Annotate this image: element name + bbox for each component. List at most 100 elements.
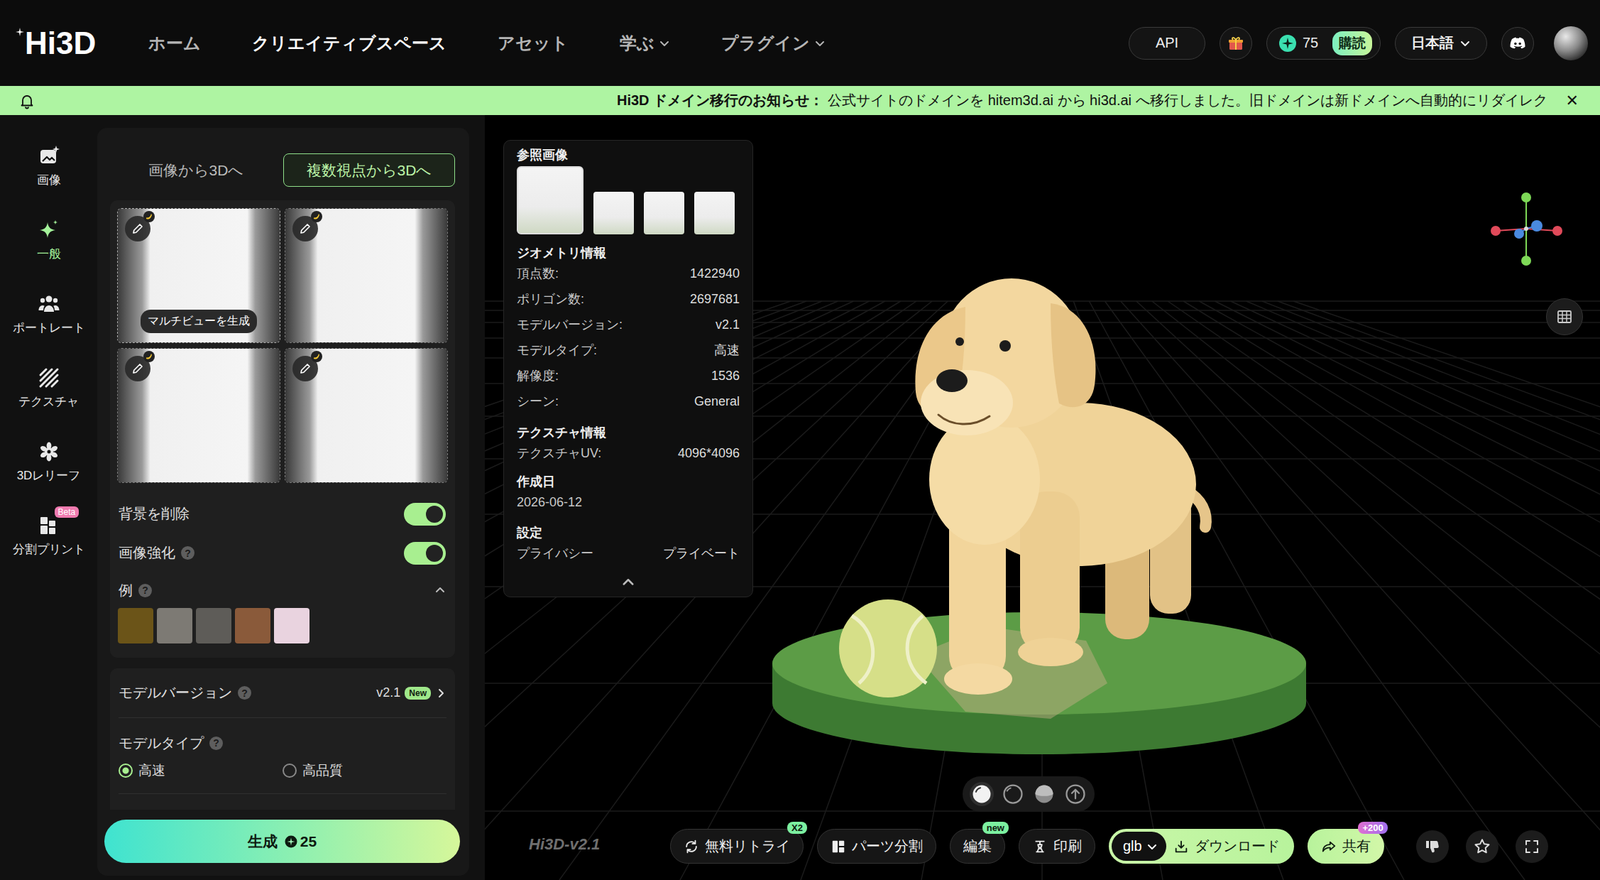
workspace: 画像一般ポートレートテクスチャ3Dレリーフ分割プリントBeta画像から3Dへ複数… [0,114,1600,880]
reference-images [516,166,740,235]
banana-icon [143,350,155,363]
credit-coin-icon [284,834,298,848]
sidebar-item[interactable]: 画像 [2,129,96,204]
version-watermark: Hi3D-v2.1 [528,834,600,854]
toggle-row: 画像強化? [117,533,448,573]
model-card: モデルバージョン?v2.1Newモデルタイプ?高速高品質 [110,667,456,810]
reference-thumbnail[interactable] [516,166,584,235]
nav-item[interactable]: アセット [497,31,569,55]
toggle-list: 背景を削除画像強化?例? [117,494,448,608]
view-image[interactable] [284,207,448,343]
people-icon [37,292,61,316]
reference-thumbnail[interactable] [643,191,685,235]
tool-button[interactable]: 無料リトライX2 [670,828,804,864]
help-icon[interactable]: ? [237,685,252,700]
nav-item[interactable]: プラグイン [721,31,826,55]
examples-header[interactable]: 例? [117,572,448,608]
view-image[interactable] [284,347,448,483]
radio-option[interactable]: 高品質 [282,760,447,780]
sparkle-icon [37,218,61,242]
nav-item[interactable]: ホーム [148,31,201,55]
favorite-button[interactable] [1465,829,1499,863]
tab[interactable]: 複数視点から3Dへ [283,153,456,187]
toggle-switch[interactable] [403,502,446,526]
nav-item[interactable]: クリエイティブスペース [251,31,447,55]
grid-toggle-button[interactable] [1546,298,1583,336]
upload-icon [1064,782,1087,805]
info-row: モデルタイプ:高速 [516,337,740,363]
model-viewer[interactable]: 参照画像ジオメトリ情報頂点数:1422940ポリゴン数:2697681モデルバー… [484,114,1600,880]
collapse-button[interactable] [516,574,740,590]
view-image[interactable]: マルチビューを生成 [117,207,281,343]
credit-coin-icon [1278,34,1297,53]
pencil-icon [131,362,145,375]
axis-gizmo-icon[interactable] [1483,185,1569,272]
render-mode-button[interactable] [1032,781,1057,806]
info-row: モデルバージョン:v2.1 [516,311,740,338]
info-row: 頂点数:1422940 [516,260,740,287]
generate-cost: 25 [284,832,317,850]
nav-item[interactable]: 学ぶ [619,31,671,55]
sidebar-item[interactable]: 分割プリントBeta [2,498,96,573]
api-button[interactable]: API [1128,26,1206,60]
user-avatar[interactable] [1553,26,1588,61]
info-row: ポリゴン数:2697681 [516,286,740,312]
share-button[interactable]: 共有+200 [1307,828,1385,864]
model-version-row[interactable]: モデルバージョン?v2.1New [118,667,447,718]
toggle-switch[interactable] [403,541,446,565]
gift-button[interactable] [1219,26,1253,60]
render-mode-button[interactable] [969,781,994,806]
pencil-icon [131,222,145,235]
radio-button [282,763,297,778]
tool-button[interactable]: パーツ分割 [817,828,937,864]
example-thumbnail[interactable] [117,607,154,644]
example-thumbnail[interactable] [156,607,193,644]
example-list [117,607,448,644]
example-thumbnail[interactable] [274,607,310,644]
help-icon[interactable]: ? [181,545,195,560]
subscribe-button[interactable]: 購読 [1332,31,1373,56]
render-mode-bar [962,775,1095,812]
view-image[interactable] [117,347,281,483]
sidebar-item[interactable]: ポートレート [2,276,96,351]
print-icon [1032,838,1048,854]
sidebar-item[interactable]: 3Dレリーフ [2,424,96,499]
credits[interactable]: 75購読 [1266,26,1381,60]
top-bar: Hi3D ホーム クリエイティブスペース アセット 学ぶ プラグイン API 75購読日本語 [0,0,1600,86]
generate-button[interactable]: 生成25 [104,819,460,863]
discord-button[interactable] [1501,26,1534,60]
example-thumbnail[interactable] [234,607,271,644]
image-icon [37,144,61,168]
help-icon[interactable]: ? [138,583,152,597]
tab[interactable]: 画像から3Dへ [110,153,282,187]
fullscreen-button[interactable] [1515,829,1549,863]
format-select[interactable]: glb [1111,831,1167,861]
settings-panel: 画像から3Dへ複数視点から3Dへマルチビューを生成背景を削除画像強化?例? モデル… [97,127,470,876]
render-mode-button[interactable] [1063,781,1088,806]
logo[interactable]: Hi3D [15,27,96,59]
mode-sidebar: 画像一般ポートレートテクスチャ3Dレリーフ分割プリントBeta [0,114,98,880]
language-select[interactable]: 日本語 [1394,26,1488,60]
model-type-options: 高速高品質 [118,755,447,785]
texture-icon [37,366,61,389]
example-thumbnail[interactable] [195,607,232,644]
reference-thumbnail[interactable] [593,191,634,235]
close-button[interactable]: ✕ [1565,91,1579,111]
tool-button[interactable]: 印刷 [1018,828,1096,864]
sidebar-item[interactable]: 一般 [2,203,96,277]
help-icon[interactable]: ? [209,736,223,750]
chevron-down-icon [1459,37,1471,49]
sidebar-item[interactable]: テクスチャ [2,350,96,425]
parts-icon [830,838,847,854]
toggle-knob [425,544,443,562]
dislike-button[interactable] [1416,829,1449,863]
render-mode-button[interactable] [1000,781,1026,806]
download-button[interactable]: ダウンロード [1173,836,1280,856]
banana-icon [310,210,323,223]
reference-thumbnail[interactable] [694,191,735,235]
gift-icon [1227,34,1245,52]
tool-button[interactable]: 編集new [949,828,1006,864]
chevron-up-icon [621,574,636,590]
radio-option[interactable]: 高速 [118,760,283,780]
toggle-row: 背景を削除 [117,494,448,534]
